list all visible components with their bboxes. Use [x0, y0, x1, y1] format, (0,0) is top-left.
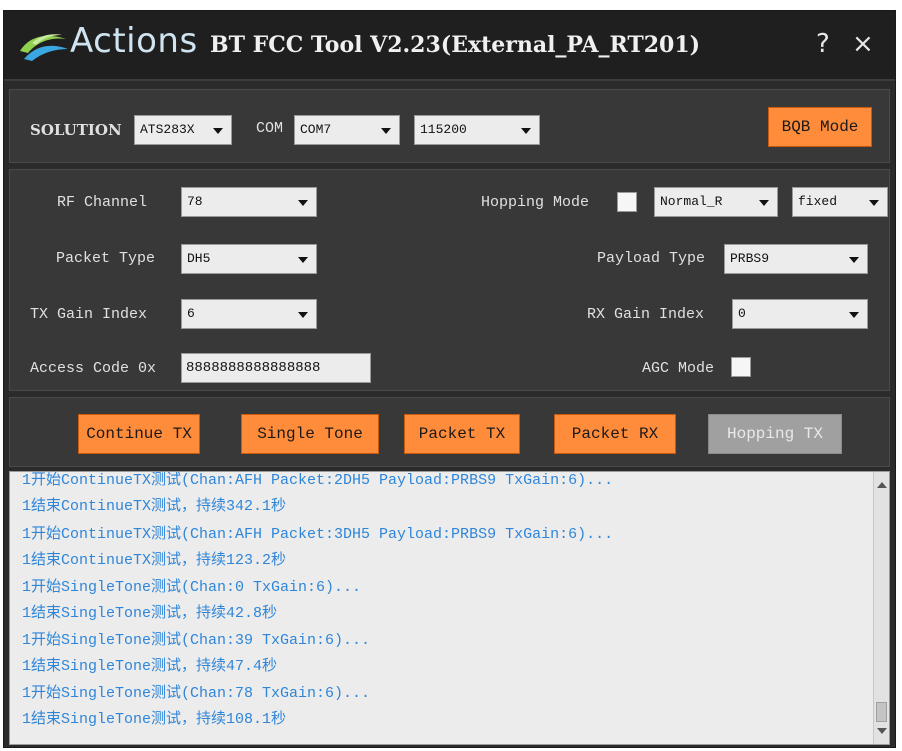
rf-channel-label: RF Channel: [57, 194, 148, 211]
log-line: 1开始SingleTone测试(Chan:0 TxGain:6)...: [22, 579, 362, 596]
payload-type-select[interactable]: PRBS9: [724, 244, 868, 274]
log-line: 1开始SingleTone测试(Chan:39 TxGain:6)...: [22, 632, 371, 649]
chevron-down-icon: [521, 128, 531, 134]
chevron-down-icon: [298, 200, 308, 206]
chevron-down-icon: [869, 200, 879, 206]
close-button[interactable]: ×: [852, 29, 874, 59]
hopping-tx-button: Hopping TX: [708, 414, 842, 454]
log-line: 1结束SingleTone测试，持续42.8秒: [22, 605, 278, 622]
chevron-down-icon: [381, 128, 391, 134]
chevron-down-icon: [759, 200, 769, 206]
action-panel: Continue TX Single Tone Packet TX Packet…: [9, 397, 890, 467]
agc-mode-label: AGC Mode: [642, 360, 715, 377]
access-code-input[interactable]: 8888888888888888: [181, 353, 371, 383]
tx-gain-label: TX Gain Index: [30, 306, 148, 323]
rx-gain-value: 0: [738, 306, 746, 321]
hopping-mode-label: Hopping Mode: [481, 194, 590, 211]
rf-channel-value: 78: [187, 194, 203, 209]
hopping-fixed-select[interactable]: fixed: [792, 187, 888, 217]
access-code-label: Access Code 0x: [30, 360, 157, 377]
tx-gain-select[interactable]: 6: [181, 299, 317, 329]
hopping-mode-checkbox[interactable]: [617, 192, 637, 212]
app-window: Actions BT FCC Tool V2.23(External_PA_RT…: [3, 10, 896, 748]
single-tone-button[interactable]: Single Tone: [241, 414, 379, 454]
chevron-down-icon: [849, 257, 859, 263]
log-output[interactable]: 1开始ContinueTX测试(Chan:AFH Packet:2DH5 Pay…: [9, 471, 890, 745]
screenshot-top-strip: [0, 0, 902, 10]
window-title: BT FCC Tool V2.23(External_PA_RT201): [210, 32, 701, 58]
actions-logo-icon: [20, 34, 68, 61]
brand-name: Actions: [70, 21, 198, 61]
scroll-up-icon[interactable]: [877, 482, 887, 488]
hopping-type-value: Normal_R: [660, 194, 723, 209]
com-port-select[interactable]: COM7: [294, 115, 400, 145]
baud-rate-value: 115200: [420, 122, 467, 137]
solution-label: SOLUTION: [30, 121, 122, 139]
scroll-down-icon[interactable]: [877, 728, 887, 734]
payload-type-label: Payload Type: [597, 250, 706, 267]
rx-gain-select[interactable]: 0: [732, 299, 868, 329]
chevron-down-icon: [298, 257, 308, 263]
rf-channel-select[interactable]: 78: [181, 187, 317, 217]
log-line: 1结束ContinueTX测试，持续342.1秒: [22, 498, 287, 515]
packet-type-label: Packet Type: [56, 250, 156, 267]
baud-rate-select[interactable]: 115200: [414, 115, 540, 145]
chevron-down-icon: [213, 128, 223, 134]
chevron-down-icon: [849, 312, 859, 318]
log-line: 1开始ContinueTX测试(Chan:AFH Packet:3DH5 Pay…: [22, 526, 614, 543]
packet-type-value: DH5: [187, 251, 211, 266]
log-scrollbar[interactable]: [873, 472, 889, 744]
com-label: COM: [256, 120, 284, 137]
connection-panel: SOLUTION ATS283X COM COM7 115200 BQB Mod…: [9, 89, 890, 163]
log-line: 1结束ContinueTX测试，持续123.2秒: [22, 552, 287, 569]
hopping-fixed-value: fixed: [798, 194, 838, 209]
scroll-thumb[interactable]: [876, 702, 887, 722]
agc-mode-checkbox[interactable]: [731, 357, 751, 377]
log-line: 1结束SingleTone测试，持续47.4秒: [22, 658, 278, 675]
bqb-mode-button[interactable]: BQB Mode: [768, 107, 872, 147]
payload-type-value: PRBS9: [730, 251, 770, 266]
solution-select[interactable]: ATS283X: [134, 115, 232, 145]
title-bar: Actions BT FCC Tool V2.23(External_PA_RT…: [4, 11, 895, 81]
continue-tx-button[interactable]: Continue TX: [78, 414, 200, 454]
packet-tx-button[interactable]: Packet TX: [404, 414, 520, 454]
rx-gain-label: RX Gain Index: [587, 306, 705, 323]
com-port-value: COM7: [300, 122, 332, 137]
solution-select-value: ATS283X: [140, 122, 195, 137]
hopping-type-select[interactable]: Normal_R: [654, 187, 778, 217]
log-line: 1开始ContinueTX测试(Chan:AFH Packet:2DH5 Pay…: [22, 472, 614, 489]
packet-rx-button[interactable]: Packet RX: [554, 414, 676, 454]
tx-gain-value: 6: [187, 306, 195, 321]
chevron-down-icon: [298, 312, 308, 318]
help-button[interactable]: ?: [816, 29, 830, 59]
log-line: 1结束SingleTone测试，持续108.1秒: [22, 711, 287, 728]
settings-panel: RF Channel 78 Hopping Mode Normal_R fixe…: [9, 169, 890, 391]
packet-type-select[interactable]: DH5: [181, 244, 317, 274]
log-line: 1开始SingleTone测试(Chan:78 TxGain:6)...: [22, 685, 371, 702]
